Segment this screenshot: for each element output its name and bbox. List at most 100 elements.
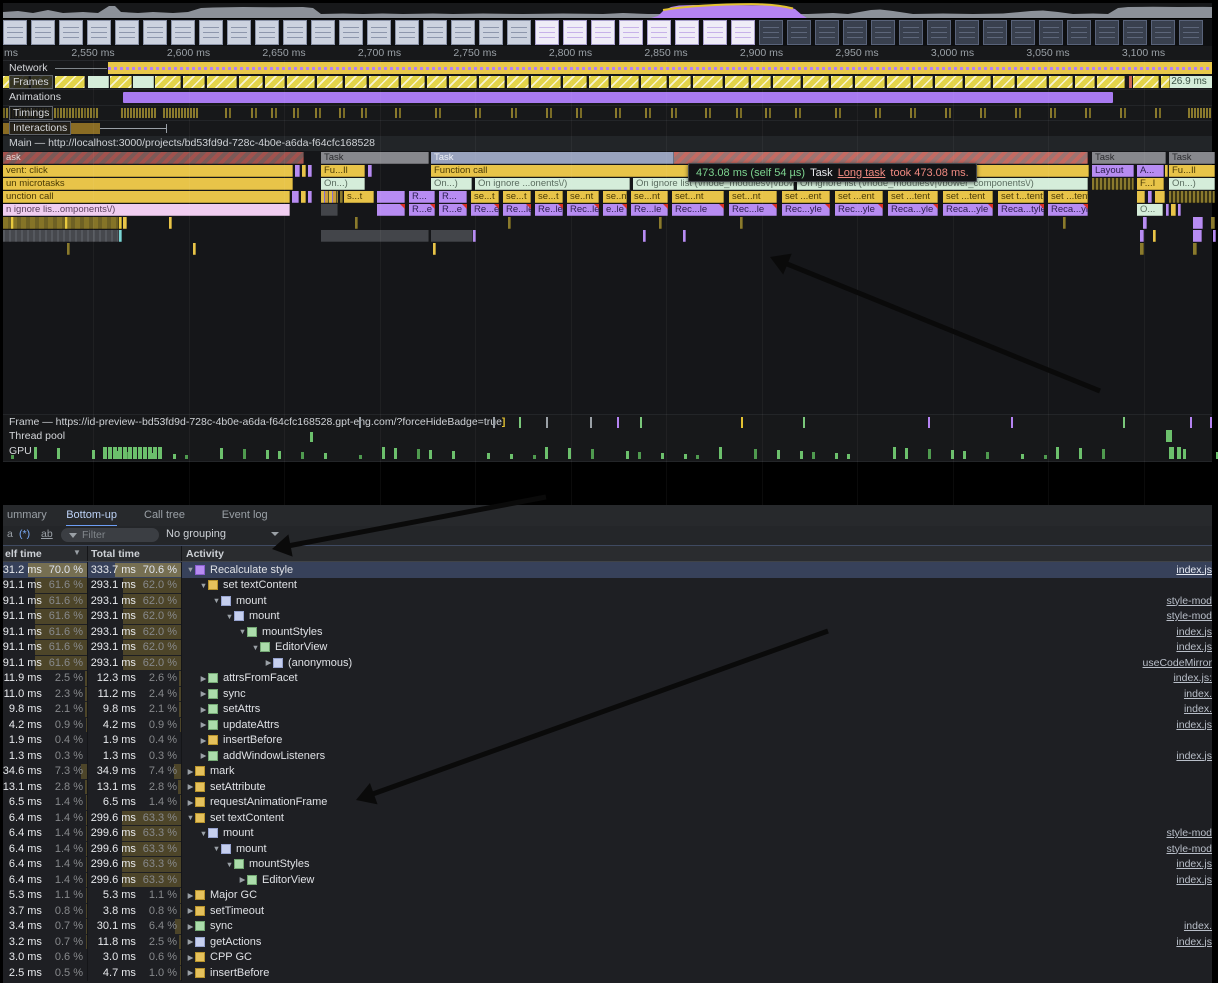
timing-marker[interactable] xyxy=(84,108,86,118)
flame-block[interactable]: O... xyxy=(1137,204,1163,216)
flame-block[interactable] xyxy=(3,230,119,242)
screenshot-thumbnail[interactable] xyxy=(507,20,531,45)
flame-block[interactable]: se...nt xyxy=(631,191,668,203)
timing-marker[interactable] xyxy=(980,108,982,118)
source-link[interactable]: style-mod xyxy=(1166,827,1212,839)
flame-block[interactable]: R...e xyxy=(409,204,435,216)
table-row[interactable]: 6.4 ms 1.4 %299.6 ms 63.3 %▼mountstyle-m… xyxy=(3,841,1212,857)
timing-marker[interactable] xyxy=(319,108,321,118)
activity-cell[interactable]: ▶mark xyxy=(182,764,1212,780)
grouping-select[interactable]: No grouping xyxy=(166,528,226,540)
timing-marker[interactable] xyxy=(75,108,77,118)
timing-marker[interactable] xyxy=(1120,108,1122,118)
timing-marker[interactable] xyxy=(1085,108,1087,118)
flame-block[interactable] xyxy=(123,217,127,229)
source-link[interactable]: index.js: xyxy=(1173,672,1212,684)
interactions-track[interactable]: Interactions xyxy=(3,121,1212,137)
screenshot-thumbnail[interactable] xyxy=(703,20,727,45)
frame-dropped-block[interactable] xyxy=(1129,76,1132,88)
flame-block[interactable] xyxy=(301,191,306,203)
flame-block[interactable]: Layout xyxy=(1092,165,1134,177)
timing-marker[interactable] xyxy=(615,108,617,118)
flame-block[interactable]: Task xyxy=(321,152,429,164)
flame-block[interactable]: e..le xyxy=(603,204,627,216)
flame-block[interactable] xyxy=(683,230,686,242)
flame-block[interactable] xyxy=(1193,230,1202,242)
table-row[interactable]: 4.2 ms 0.9 %4.2 ms 0.9 %▶updateAttrsinde… xyxy=(3,717,1212,733)
timing-marker[interactable] xyxy=(1209,108,1211,118)
source-link[interactable]: index.js xyxy=(1176,564,1212,576)
table-row[interactable]: 3.4 ms 0.7 %30.1 ms 6.4 %▶syncindex. xyxy=(3,919,1212,935)
flame-block[interactable]: set ...tent xyxy=(943,191,993,203)
timing-marker[interactable] xyxy=(1203,108,1205,118)
timing-marker[interactable] xyxy=(1050,108,1052,118)
frame-partial-block[interactable] xyxy=(1133,76,1159,88)
expanded-arrow-icon[interactable]: ▼ xyxy=(186,813,195,822)
activity-cell[interactable]: ▼mountStylesindex.js xyxy=(182,624,1212,640)
flame-block[interactable] xyxy=(1169,191,1215,203)
collapsed-arrow-icon[interactable]: ▶ xyxy=(199,720,208,729)
timing-marker[interactable] xyxy=(172,108,174,118)
flame-block[interactable] xyxy=(340,191,343,203)
expanded-arrow-icon[interactable]: ▼ xyxy=(212,844,221,853)
timing-marker[interactable] xyxy=(178,108,180,118)
expanded-arrow-icon[interactable]: ▼ xyxy=(251,643,260,652)
main-flame-chart[interactable]: askTaskTaskTaskTaskvent: clickFu...IlFun… xyxy=(3,151,1212,414)
screenshot-thumbnail[interactable] xyxy=(955,20,979,45)
frame-partial-block[interactable] xyxy=(1017,76,1047,88)
whole-word-button[interactable]: ab xyxy=(41,528,53,540)
flame-block[interactable] xyxy=(740,217,743,229)
source-link[interactable]: index.js xyxy=(1176,719,1212,731)
screenshot-thumbnail[interactable] xyxy=(1095,20,1119,45)
timing-marker[interactable] xyxy=(255,108,257,118)
timing-marker[interactable] xyxy=(795,108,797,118)
timing-marker[interactable] xyxy=(193,108,195,118)
flame-block[interactable] xyxy=(1178,204,1181,216)
frame-partial-block[interactable] xyxy=(831,76,853,88)
screenshot-thumbnail[interactable] xyxy=(899,20,923,45)
flame-block[interactable] xyxy=(308,165,312,177)
column-divider[interactable] xyxy=(87,546,88,561)
frame-partial-block[interactable] xyxy=(155,76,181,88)
flame-block[interactable]: Reca...yle xyxy=(1048,204,1088,216)
timing-marker[interactable] xyxy=(1054,108,1056,118)
timings-track[interactable]: Timings xyxy=(3,106,1212,121)
timing-marker[interactable] xyxy=(835,108,837,118)
collapsed-arrow-icon[interactable]: ▶ xyxy=(199,674,208,683)
frame-partial-block[interactable] xyxy=(345,76,367,88)
source-link[interactable]: index.js xyxy=(1176,874,1212,886)
flame-block[interactable]: On ignore ...onents\/) xyxy=(475,178,630,190)
activity-cell[interactable]: ▼mountStylesindex.js xyxy=(182,857,1212,873)
collapsed-arrow-icon[interactable]: ▶ xyxy=(264,658,273,667)
table-row[interactable]: 6.4 ms 1.4 %299.6 ms 63.3 %▼mountStylesi… xyxy=(3,857,1212,873)
timeline-ruler[interactable]: ms2,550 ms2,600 ms2,650 ms2,700 ms2,750 … xyxy=(3,46,1212,61)
flame-block[interactable]: Reca...yle xyxy=(888,204,938,216)
screenshot-thumbnail[interactable] xyxy=(675,20,699,45)
frame-partial-block[interactable] xyxy=(1075,76,1095,88)
timing-marker[interactable] xyxy=(619,108,621,118)
table-row[interactable]: 6.4 ms 1.4 %299.6 ms 63.3 %▼mountstyle-m… xyxy=(3,826,1212,842)
timing-marker[interactable] xyxy=(96,108,98,118)
flame-block[interactable]: unction call xyxy=(3,191,290,203)
flame-block[interactable]: On...) xyxy=(1169,178,1215,190)
table-row[interactable]: 11.0 ms 2.3 %11.2 ms 2.4 %▶syncindex. xyxy=(3,686,1212,702)
activity-cell[interactable]: ▼set textContent xyxy=(182,810,1212,826)
timing-marker[interactable] xyxy=(740,108,742,118)
filter-input[interactable]: Filter xyxy=(61,528,159,542)
collapsed-arrow-icon[interactable]: ▶ xyxy=(186,906,195,915)
timing-marker[interactable] xyxy=(151,108,153,118)
timing-marker[interactable] xyxy=(479,108,481,118)
timing-marker[interactable] xyxy=(580,108,582,118)
screenshot-thumbnail[interactable] xyxy=(227,20,251,45)
screenshot-filmstrip[interactable] xyxy=(3,19,1212,46)
activity-cell[interactable]: ▶syncindex. xyxy=(182,919,1212,935)
source-link[interactable]: useCodeMirror xyxy=(1143,657,1212,669)
timing-marker[interactable] xyxy=(78,108,80,118)
timing-marker[interactable] xyxy=(169,108,171,118)
frame-partial-block[interactable] xyxy=(427,76,447,88)
frame-partial-block[interactable] xyxy=(993,76,1015,88)
tab-event-log[interactable]: Event log xyxy=(222,505,268,525)
flame-block[interactable] xyxy=(377,191,405,203)
frame-partial-block[interactable] xyxy=(110,76,132,88)
screenshot-thumbnail[interactable] xyxy=(311,20,335,45)
